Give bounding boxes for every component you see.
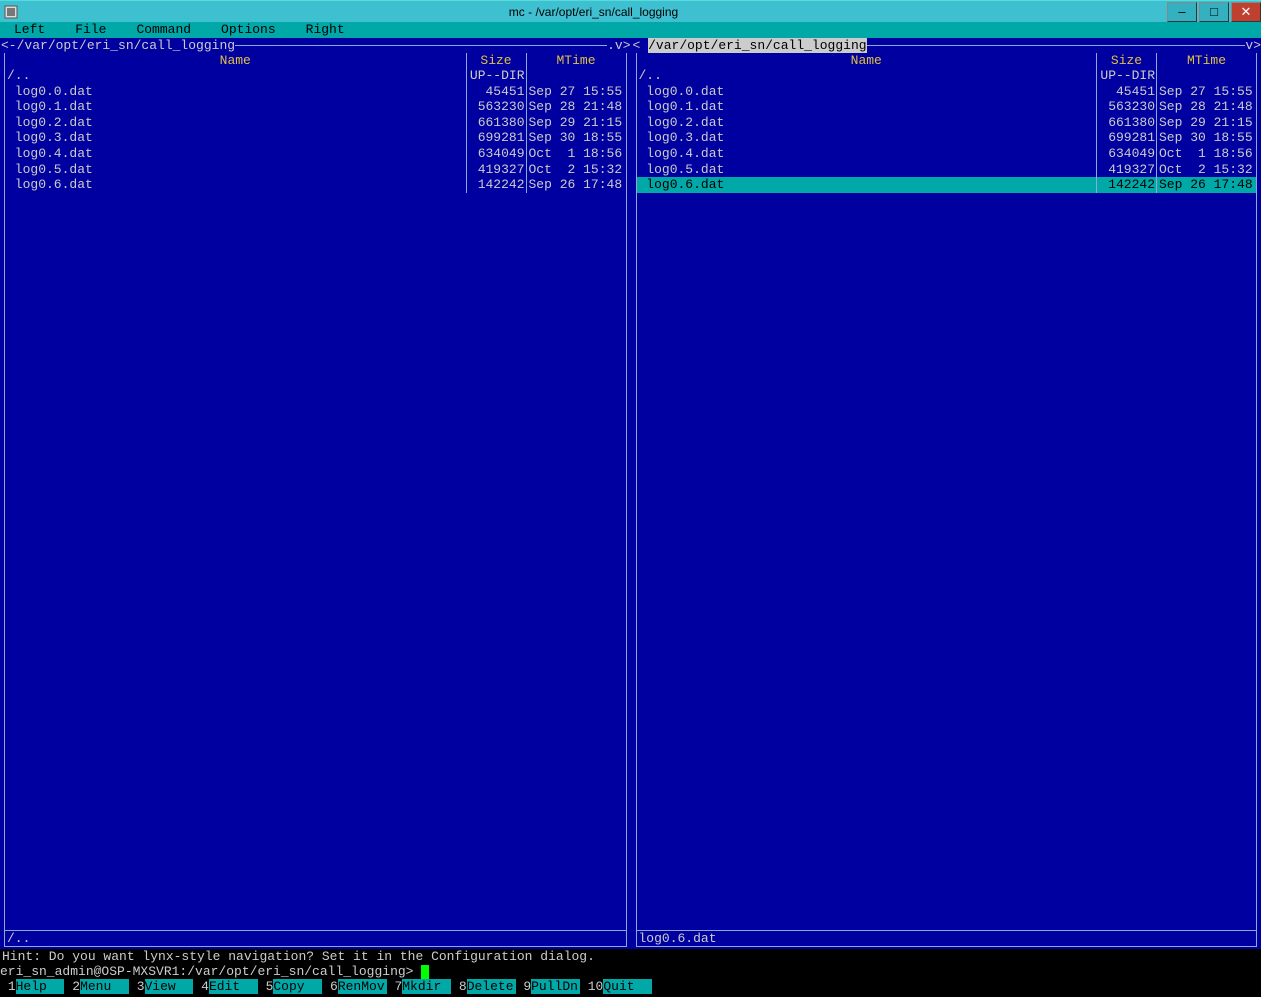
right-panel-path: < /var/opt/eri_sn/call_logging	[633, 38, 867, 53]
menubar: Left File Command Options Right	[0, 22, 1261, 38]
app-icon	[0, 1, 22, 23]
file-row[interactable]: log0.4.dat634049Oct 1 18:56	[5, 146, 626, 162]
file-row[interactable]: log0.2.dat661380Sep 29 21:15	[5, 115, 626, 131]
right-file-list[interactable]: /..UP--DIR log0.0.dat45451Sep 27 15:55 l…	[636, 68, 1258, 930]
left-status: /..	[4, 931, 627, 947]
file-row[interactable]: log0.1.dat563230Sep 28 21:48	[637, 99, 1257, 115]
col-name-header[interactable]: Name	[4, 53, 467, 68]
file-row[interactable]: log0.3.dat699281Sep 30 18:55	[637, 130, 1257, 146]
file-row[interactable]: log0.6.dat142242Sep 26 17:48	[637, 177, 1257, 193]
file-row[interactable]: log0.0.dat45451Sep 27 15:55	[637, 84, 1257, 100]
file-row[interactable]: log0.5.dat419327Oct 2 15:32	[637, 162, 1257, 178]
maximize-button[interactable]: □	[1199, 2, 1229, 22]
col-size-header[interactable]: Size	[467, 53, 527, 68]
main-panels: <-/var/opt/eri_sn/call_logging .v> Name …	[0, 38, 1261, 949]
right-panel[interactable]: < /var/opt/eri_sn/call_logging v> Name S…	[631, 38, 1261, 949]
minimize-button[interactable]: –	[1167, 2, 1197, 22]
shell-prompt: eri_sn_admin@OSP-MXSVR1:/var/opt/eri_sn/…	[0, 964, 413, 979]
menu-file[interactable]: File	[65, 22, 126, 38]
left-column-headers: Name Size MTime	[4, 53, 627, 68]
cursor-icon	[421, 965, 429, 979]
col-name-header[interactable]: Name	[636, 53, 1098, 68]
left-panel-path: <-/var/opt/eri_sn/call_logging	[1, 38, 235, 53]
file-row[interactable]: log0.0.dat45451Sep 27 15:55	[5, 84, 626, 100]
file-row[interactable]: log0.1.dat563230Sep 28 21:48	[5, 99, 626, 115]
col-size-header[interactable]: Size	[1097, 53, 1157, 68]
right-column-headers: Name Size MTime	[636, 53, 1258, 68]
console-area: Hint: Do you want lynx-style navigation?…	[0, 949, 1261, 997]
col-mtime-header[interactable]: MTime	[527, 53, 627, 68]
window-titlebar: mc - /var/opt/eri_sn/call_logging – □ ✕	[0, 0, 1261, 22]
file-row[interactable]: log0.2.dat661380Sep 29 21:15	[637, 115, 1257, 131]
window-title: mc - /var/opt/eri_sn/call_logging	[22, 5, 1165, 19]
file-row[interactable]: log0.5.dat419327Oct 2 15:32	[5, 162, 626, 178]
hint-line: Hint: Do you want lynx-style navigation?…	[0, 949, 1261, 964]
menu-left[interactable]: Left	[4, 22, 65, 38]
file-row[interactable]: log0.6.dat142242Sep 26 17:48	[5, 177, 626, 193]
right-status: log0.6.dat	[636, 931, 1258, 947]
left-panel[interactable]: <-/var/opt/eri_sn/call_logging .v> Name …	[0, 38, 631, 949]
shell-prompt-line[interactable]: eri_sn_admin@OSP-MXSVR1:/var/opt/eri_sn/…	[0, 964, 1261, 979]
file-row[interactable]: log0.4.dat634049Oct 1 18:56	[637, 146, 1257, 162]
col-mtime-header[interactable]: MTime	[1157, 53, 1257, 68]
menu-options[interactable]: Options	[211, 22, 296, 38]
updir-row[interactable]: /..UP--DIR	[637, 68, 1257, 84]
left-file-list[interactable]: /..UP--DIR log0.0.dat45451Sep 27 15:55 l…	[4, 68, 627, 930]
updir-row[interactable]: /..UP--DIR	[5, 68, 626, 84]
menu-command[interactable]: Command	[126, 22, 211, 38]
left-panel-tag: .v>	[607, 38, 630, 53]
right-panel-tag: v>	[1245, 38, 1261, 53]
menu-right[interactable]: Right	[296, 22, 365, 38]
file-row[interactable]: log0.3.dat699281Sep 30 18:55	[5, 130, 626, 146]
close-button[interactable]: ✕	[1231, 2, 1261, 22]
